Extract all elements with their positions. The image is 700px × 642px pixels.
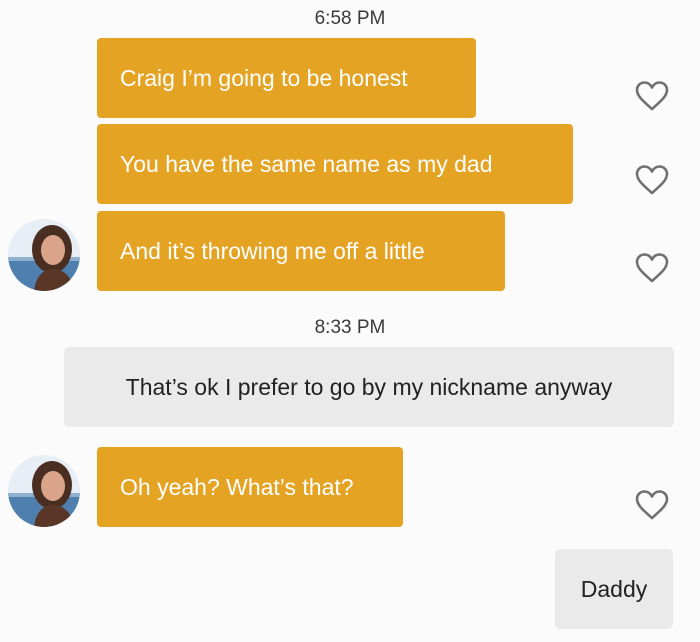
avatar[interactable] [8,219,80,291]
timestamp: 8:33 PM [314,317,386,338]
message-text: Oh yeah? What’s that? [120,473,354,500]
incoming-message[interactable]: Craig I’m going to be honest [97,38,476,118]
message-text: You have the same name as my dad [120,150,493,177]
message-text: Daddy [580,575,648,602]
profile-photo [8,219,80,291]
heart-icon[interactable] [635,80,669,112]
message-text: Craig I’m going to be honest [120,64,408,91]
message-text: That’s ok I prefer to go by my nickname … [125,373,613,400]
heart-icon[interactable] [635,164,669,196]
timestamp: 6:58 PM [314,8,386,29]
avatar[interactable] [8,455,80,527]
incoming-message[interactable]: Oh yeah? What’s that? [97,447,403,527]
heart-icon[interactable] [635,252,669,284]
message-text: And it’s throwing me off a little [120,237,425,264]
profile-photo [8,455,80,527]
outgoing-message[interactable]: Daddy [555,549,673,629]
outgoing-message[interactable]: That’s ok I prefer to go by my nickname … [64,347,674,427]
heart-icon[interactable] [635,489,669,521]
incoming-message[interactable]: You have the same name as my dad [97,124,573,204]
incoming-message[interactable]: And it’s throwing me off a little [97,211,505,291]
